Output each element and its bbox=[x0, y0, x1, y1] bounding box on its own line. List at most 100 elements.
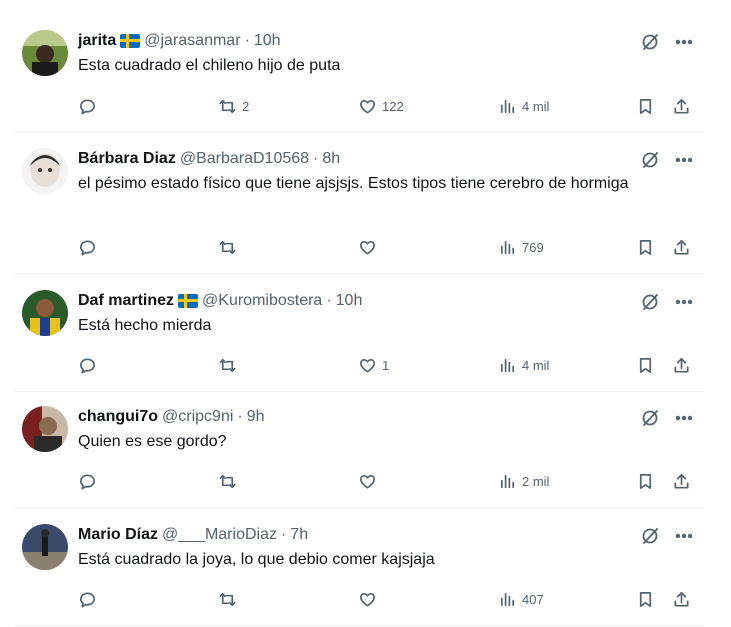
views-icon bbox=[498, 238, 517, 257]
like-button[interactable] bbox=[358, 469, 382, 493]
timestamp[interactable]: 10h bbox=[336, 292, 363, 310]
reply-icon bbox=[78, 238, 97, 257]
views-button[interactable]: 2 mil bbox=[498, 469, 549, 493]
more-icon[interactable] bbox=[674, 32, 694, 52]
more-icon[interactable] bbox=[674, 150, 694, 170]
timestamp[interactable]: 9h bbox=[247, 408, 265, 426]
reply-tweet[interactable]: Bárbara Diaz @BarbaraD10568 · 8h el pési… bbox=[14, 144, 704, 274]
avatar[interactable] bbox=[22, 290, 68, 336]
reply-tweet[interactable]: jarita @jarasanmar · 10h Esta cuadrado e… bbox=[14, 26, 704, 132]
share-icon bbox=[672, 590, 691, 609]
retweet-button[interactable] bbox=[218, 235, 242, 259]
retweet-button[interactable] bbox=[218, 353, 242, 377]
display-name[interactable]: Mario Díaz bbox=[78, 526, 158, 544]
reply-tweet[interactable]: changui7o @cripc9ni · 9h Quien es ese go… bbox=[14, 402, 704, 508]
grok-icon[interactable] bbox=[640, 150, 660, 170]
bookmark-button[interactable] bbox=[636, 587, 655, 611]
bookmark-button[interactable] bbox=[636, 94, 655, 118]
retweet-button[interactable]: 2 bbox=[218, 94, 249, 118]
share-button[interactable] bbox=[672, 469, 691, 493]
reply-icon bbox=[78, 97, 97, 116]
view-count: 2 mil bbox=[522, 473, 550, 489]
display-name[interactable]: Daf martinez bbox=[78, 292, 174, 310]
share-button[interactable] bbox=[672, 94, 691, 118]
grok-icon[interactable] bbox=[640, 526, 660, 546]
tweet-header: Daf martinez @Kuromibostera · 10h bbox=[78, 290, 362, 312]
share-icon bbox=[672, 238, 691, 257]
divider bbox=[14, 273, 704, 274]
bookmark-icon bbox=[636, 238, 655, 257]
share-icon bbox=[672, 356, 691, 375]
bookmark-button[interactable] bbox=[636, 353, 655, 377]
reply-tweet[interactable]: Mario Díaz @___MarioDiaz · 7h Está cuadr… bbox=[14, 520, 704, 626]
separator-dot: · bbox=[313, 150, 319, 167]
more-icon[interactable] bbox=[674, 292, 694, 312]
retweet-button[interactable] bbox=[218, 587, 242, 611]
view-count: 4 mil bbox=[522, 357, 550, 373]
like-count: 1 bbox=[382, 357, 390, 373]
separator-dot: · bbox=[244, 32, 250, 49]
avatar[interactable] bbox=[22, 148, 68, 194]
user-handle[interactable]: @cripc9ni bbox=[162, 408, 233, 426]
bookmark-button[interactable] bbox=[636, 469, 655, 493]
timestamp[interactable]: 7h bbox=[290, 526, 308, 544]
action-bar: 2 122 4 mil bbox=[78, 94, 696, 118]
display-name[interactable]: Bárbara Diaz bbox=[78, 150, 176, 168]
view-count: 4 mil bbox=[522, 98, 550, 114]
share-button[interactable] bbox=[672, 235, 691, 259]
separator-dot: · bbox=[237, 408, 243, 425]
view-count: 769 bbox=[522, 239, 544, 255]
avatar[interactable] bbox=[22, 30, 68, 76]
like-button[interactable]: 1 bbox=[358, 353, 389, 377]
more-icon[interactable] bbox=[674, 408, 694, 428]
reply-button[interactable] bbox=[78, 94, 102, 118]
user-handle[interactable]: @jarasanmar bbox=[144, 32, 240, 50]
timestamp[interactable]: 8h bbox=[322, 150, 340, 168]
avatar[interactable] bbox=[22, 406, 68, 452]
tweet-text: Esta cuadrado el chileno hijo de puta bbox=[78, 57, 341, 74]
grok-icon[interactable] bbox=[640, 292, 660, 312]
retweet-icon bbox=[218, 356, 237, 375]
divider bbox=[14, 507, 704, 508]
views-button[interactable]: 4 mil bbox=[498, 353, 549, 377]
retweet-icon bbox=[218, 238, 237, 257]
views-button[interactable]: 407 bbox=[498, 587, 544, 611]
display-name[interactable]: changui7o bbox=[78, 408, 158, 426]
reply-button[interactable] bbox=[78, 353, 97, 377]
avatar[interactable] bbox=[22, 524, 68, 570]
reply-button[interactable] bbox=[78, 469, 97, 493]
like-button[interactable] bbox=[358, 587, 382, 611]
share-button[interactable] bbox=[672, 587, 691, 611]
like-button[interactable] bbox=[358, 235, 382, 259]
share-button[interactable] bbox=[672, 353, 691, 377]
share-icon bbox=[672, 472, 691, 491]
divider bbox=[14, 131, 704, 132]
user-handle[interactable]: @Kuromibostera bbox=[202, 292, 322, 310]
tweet-header: jarita @jarasanmar · 10h bbox=[78, 30, 281, 52]
sweden-flag-icon bbox=[120, 34, 141, 48]
bookmark-icon bbox=[636, 97, 655, 116]
user-handle[interactable]: @___MarioDiaz bbox=[162, 526, 277, 544]
timestamp[interactable]: 10h bbox=[254, 32, 281, 50]
display-name[interactable]: jarita bbox=[78, 32, 116, 50]
separator-dot: · bbox=[326, 292, 332, 309]
action-bar: 769 bbox=[78, 235, 696, 259]
views-button[interactable]: 769 bbox=[498, 235, 544, 259]
views-button[interactable]: 4 mil bbox=[498, 94, 549, 118]
reply-button[interactable] bbox=[78, 235, 97, 259]
grok-icon[interactable] bbox=[640, 32, 660, 52]
heart-icon bbox=[358, 97, 377, 116]
tweet-header: Bárbara Diaz @BarbaraD10568 · 8h bbox=[78, 148, 340, 170]
bookmark-button[interactable] bbox=[636, 235, 655, 259]
reply-tweet[interactable]: Daf martinez @Kuromibostera · 10h Está h… bbox=[14, 286, 704, 392]
grok-icon[interactable] bbox=[640, 408, 660, 428]
reply-icon bbox=[78, 356, 97, 375]
like-button[interactable]: 122 bbox=[358, 94, 404, 118]
separator-dot: · bbox=[280, 526, 287, 543]
user-handle[interactable]: @BarbaraD10568 bbox=[180, 150, 309, 168]
more-icon[interactable] bbox=[674, 526, 694, 546]
reply-button[interactable] bbox=[78, 587, 97, 611]
retweet-button[interactable] bbox=[218, 469, 242, 493]
share-icon bbox=[672, 97, 691, 116]
heart-icon bbox=[358, 590, 377, 609]
